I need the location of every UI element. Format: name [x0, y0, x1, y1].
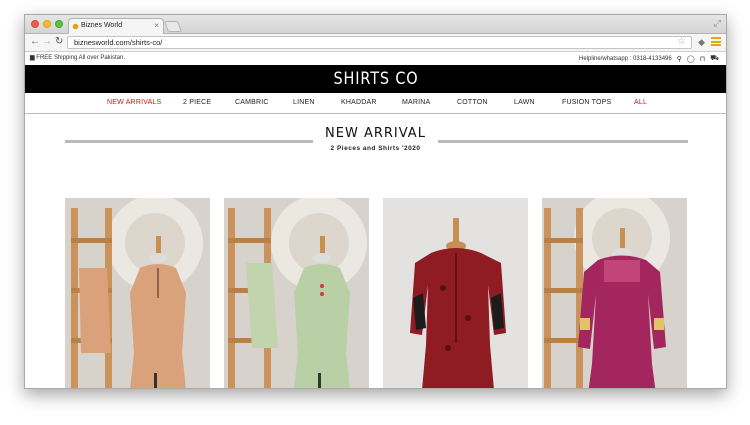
user-icon[interactable]: ◯: [687, 55, 695, 63]
forward-arrow-icon[interactable]: →: [42, 36, 52, 47]
product-card[interactable]: [383, 198, 528, 389]
back-arrow-icon[interactable]: ←: [30, 36, 40, 47]
nav-linen[interactable]: LINEN: [293, 99, 315, 106]
nav-lawn[interactable]: LAWN: [514, 99, 535, 106]
title-bar: Biznes World × ⤢: [25, 15, 726, 34]
product-image-red-shirt[interactable]: [383, 198, 528, 389]
nav-cambric[interactable]: CAMBRIC: [235, 99, 269, 106]
helpline-group: Helpline/whatsapp : 0318-4133496 ⚲ ◯ ⊓ ⛟: [579, 54, 719, 63]
shipping-text: FREE Shipping All over Pakistan.: [36, 55, 126, 61]
product-image-magenta-shirt[interactable]: [542, 198, 687, 389]
new-tab-button[interactable]: [163, 21, 183, 32]
nav-new-arrivals[interactable]: NEW ARRIVALS: [107, 99, 161, 106]
reload-icon[interactable]: ↻: [55, 36, 63, 47]
browser-toolbar: ← → ↻ biznesworld.com/shirts-co/ ☆ ◆: [25, 34, 726, 52]
product-card[interactable]: [224, 198, 369, 389]
section-subtitle: 2 Pieces and Shirts '2020: [330, 145, 421, 152]
nav-khaddar[interactable]: KHADDAR: [341, 99, 377, 106]
section-header: NEW ARRIVAL 2 Pieces and Shirts '2020: [25, 114, 726, 164]
info-bar: ▆ FREE Shipping All over Pakistan. Helpl…: [25, 52, 726, 65]
star-icon[interactable]: ☆: [677, 36, 686, 47]
section-title: NEW ARRIVAL: [325, 126, 426, 141]
brand-logo[interactable]: SHIRTS CO: [333, 69, 418, 89]
cart-icon[interactable]: ⛟: [710, 54, 719, 63]
search-icon[interactable]: ⚲: [677, 55, 682, 63]
nav-2-piece[interactable]: 2 PIECE: [183, 99, 211, 106]
menu-icon[interactable]: [711, 37, 721, 46]
nav-cotton[interactable]: COTTON: [457, 99, 488, 106]
product-image-peach-two-piece[interactable]: [65, 198, 210, 389]
truck-icon: ▆: [30, 55, 35, 61]
product-card[interactable]: [542, 198, 687, 389]
product-card[interactable]: [65, 198, 210, 389]
window-controls: [31, 20, 63, 28]
zoom-window-button[interactable]: [55, 20, 63, 28]
url-text: biznesworld.com/shirts-co/: [74, 38, 163, 47]
browser-tab[interactable]: Biznes World ×: [68, 18, 164, 34]
nav-marina[interactable]: MARINA: [402, 99, 430, 106]
helpline-text: Helpline/whatsapp : 0318-4133496: [578, 55, 672, 62]
address-bar[interactable]: biznesworld.com/shirts-co/ ☆: [67, 36, 692, 49]
extension-icon[interactable]: ◆: [698, 37, 705, 48]
shipping-notice: ▆ FREE Shipping All over Pakistan.: [30, 54, 125, 61]
close-window-button[interactable]: [31, 20, 39, 28]
browser-window: Biznes World × ⤢ ← → ↻ biznesworld.com/s…: [24, 14, 727, 389]
nav-fusion-tops[interactable]: FUSION TOPS: [562, 99, 611, 106]
fullscreen-icon[interactable]: ⤢: [714, 18, 721, 29]
minimize-window-button[interactable]: [43, 20, 51, 28]
lock-icon[interactable]: ⊓: [700, 55, 705, 63]
favicon-icon: [72, 23, 79, 30]
tab-title: Biznes World: [81, 22, 123, 29]
tab-close-icon[interactable]: ×: [154, 21, 159, 30]
product-image-mint-two-piece[interactable]: [224, 198, 369, 389]
web-page: ▆ FREE Shipping All over Pakistan. Helpl…: [25, 52, 726, 389]
brand-header: SHIRTS CO: [25, 65, 726, 93]
nav-all[interactable]: ALL: [634, 99, 647, 106]
category-nav: NEW ARRIVALS 2 PIECE CAMBRIC LINEN KHADD…: [25, 93, 726, 114]
